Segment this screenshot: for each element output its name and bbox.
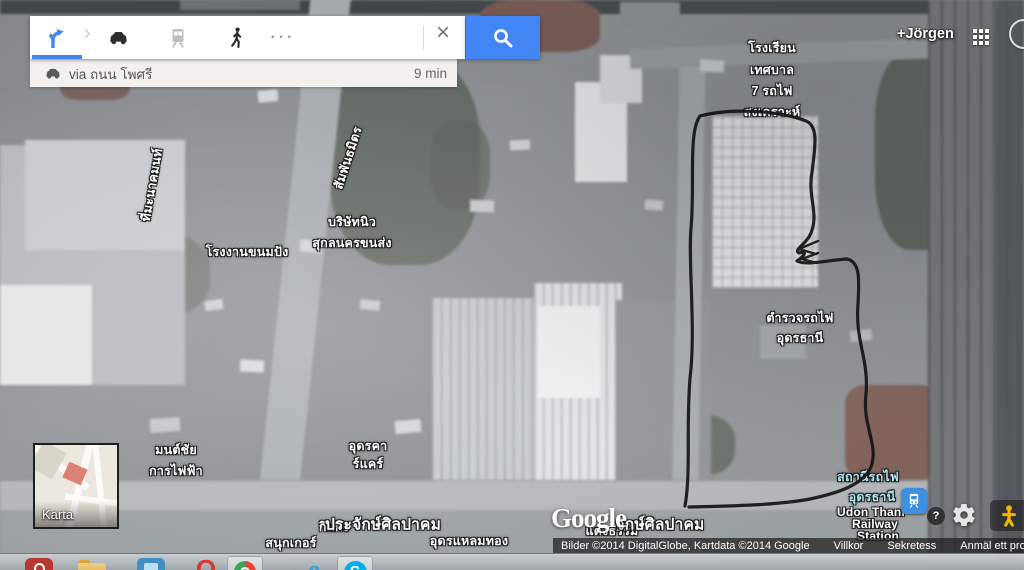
attribution-bar: Bilder ©2014 DigitalGlobe, Kartdata ©201… — [553, 538, 1024, 553]
chevron-right-icon: › — [84, 22, 91, 45]
walk-mode-button[interactable] — [224, 25, 250, 51]
map-label: ร์แคร์ — [353, 454, 384, 474]
directions-mode-button[interactable] — [44, 25, 70, 51]
map-label: อุดรธานี — [777, 328, 824, 348]
copyright-text: Bilder ©2014 DigitalGlobe, Kartdata ©201… — [561, 540, 810, 552]
apps-grid-icon[interactable] — [973, 29, 977, 33]
privacy-link[interactable]: Sekretess — [887, 540, 936, 552]
station-label-thai: อุดรธานี — [849, 487, 896, 507]
map-label: บริษัทนิว — [328, 212, 376, 232]
car-icon — [43, 64, 63, 84]
taskbar-opera-icon[interactable]: O — [192, 558, 220, 570]
map-label: เทศบาล — [750, 60, 794, 80]
map-label: อุดรคา — [349, 436, 388, 456]
search-button[interactable] — [466, 16, 540, 59]
taskbar-chrome-icon[interactable] — [231, 558, 259, 570]
map-label: โรงเรียน — [748, 38, 796, 58]
active-mode-underline — [32, 55, 82, 59]
help-label: ? — [933, 510, 940, 522]
train-icon — [166, 26, 190, 50]
ellipsis-icon: ··· — [271, 29, 296, 47]
search-icon — [491, 26, 515, 50]
map-label: การไฟฟ้า — [149, 461, 203, 481]
map-label: สุกลนครขนส่ง — [312, 233, 391, 253]
google-logo: Google — [551, 503, 626, 534]
taskbar-display-app-icon[interactable] — [137, 558, 165, 570]
pegman-icon — [998, 503, 1020, 529]
help-button[interactable]: ? — [927, 507, 945, 525]
terms-link[interactable]: Villkor — [834, 540, 864, 552]
toolbar-divider — [423, 26, 424, 50]
map-label: อุดรแหลมทอง — [430, 531, 508, 551]
taskbar-folder-icon[interactable] — [78, 558, 106, 570]
taskbar-ie-icon[interactable]: e — [300, 558, 328, 570]
inset-label: Karta — [42, 507, 73, 522]
pedestrian-icon — [225, 26, 249, 50]
drive-mode-button[interactable] — [105, 25, 131, 51]
route-via-text: via ถนน โพศรี — [69, 63, 152, 85]
more-modes-button[interactable]: ··· — [270, 25, 296, 51]
car-icon — [106, 26, 131, 51]
map-label: 7 รถไฟ — [751, 81, 792, 101]
route-duration: 9 min — [414, 66, 447, 81]
railway-station-marker[interactable] — [901, 488, 927, 514]
station-label-thai: สถานีรถไฟ — [837, 467, 899, 487]
taskbar-media-app-icon[interactable] — [25, 558, 53, 570]
road-label: จักษ์ศิลปาคม — [616, 512, 705, 537]
pegman-control[interactable] — [990, 500, 1024, 531]
map-label: สนุกเกอร์ — [265, 533, 316, 553]
map-label: ตำรวจรถไฟ — [766, 308, 833, 328]
close-directions-button[interactable]: × — [429, 19, 457, 47]
google-maps-window: โรงเรียน เทศบาล 7 รถไฟ สงเคราะห์ ที่มะนา… — [0, 0, 1024, 570]
directions-panel: › — [30, 16, 465, 59]
account-name-link[interactable]: +Jörgen — [897, 26, 954, 42]
map-label: มนต์ชัย — [155, 440, 197, 460]
gear-icon — [951, 502, 977, 528]
train-station-icon — [904, 491, 924, 511]
road-label: ประจักษ์ศิลปาคม — [325, 512, 441, 537]
route-summary-row[interactable]: via ถนน โพศรี 9 min — [30, 59, 457, 87]
settings-button[interactable] — [951, 502, 977, 528]
report-problem-link[interactable]: Anmäl ett problem — [960, 540, 1024, 552]
transit-mode-button[interactable] — [165, 25, 191, 51]
taskbar[interactable]: O e S — [0, 553, 1024, 570]
taskbar-skype-icon[interactable]: S — [341, 558, 369, 570]
map-type-inset-karta[interactable]: Karta — [33, 443, 119, 529]
map-label: สงเคราะห์ — [744, 102, 801, 122]
map-label: โรงงานขนมปัง — [206, 242, 289, 262]
directions-fork-arrow-icon — [45, 26, 69, 50]
